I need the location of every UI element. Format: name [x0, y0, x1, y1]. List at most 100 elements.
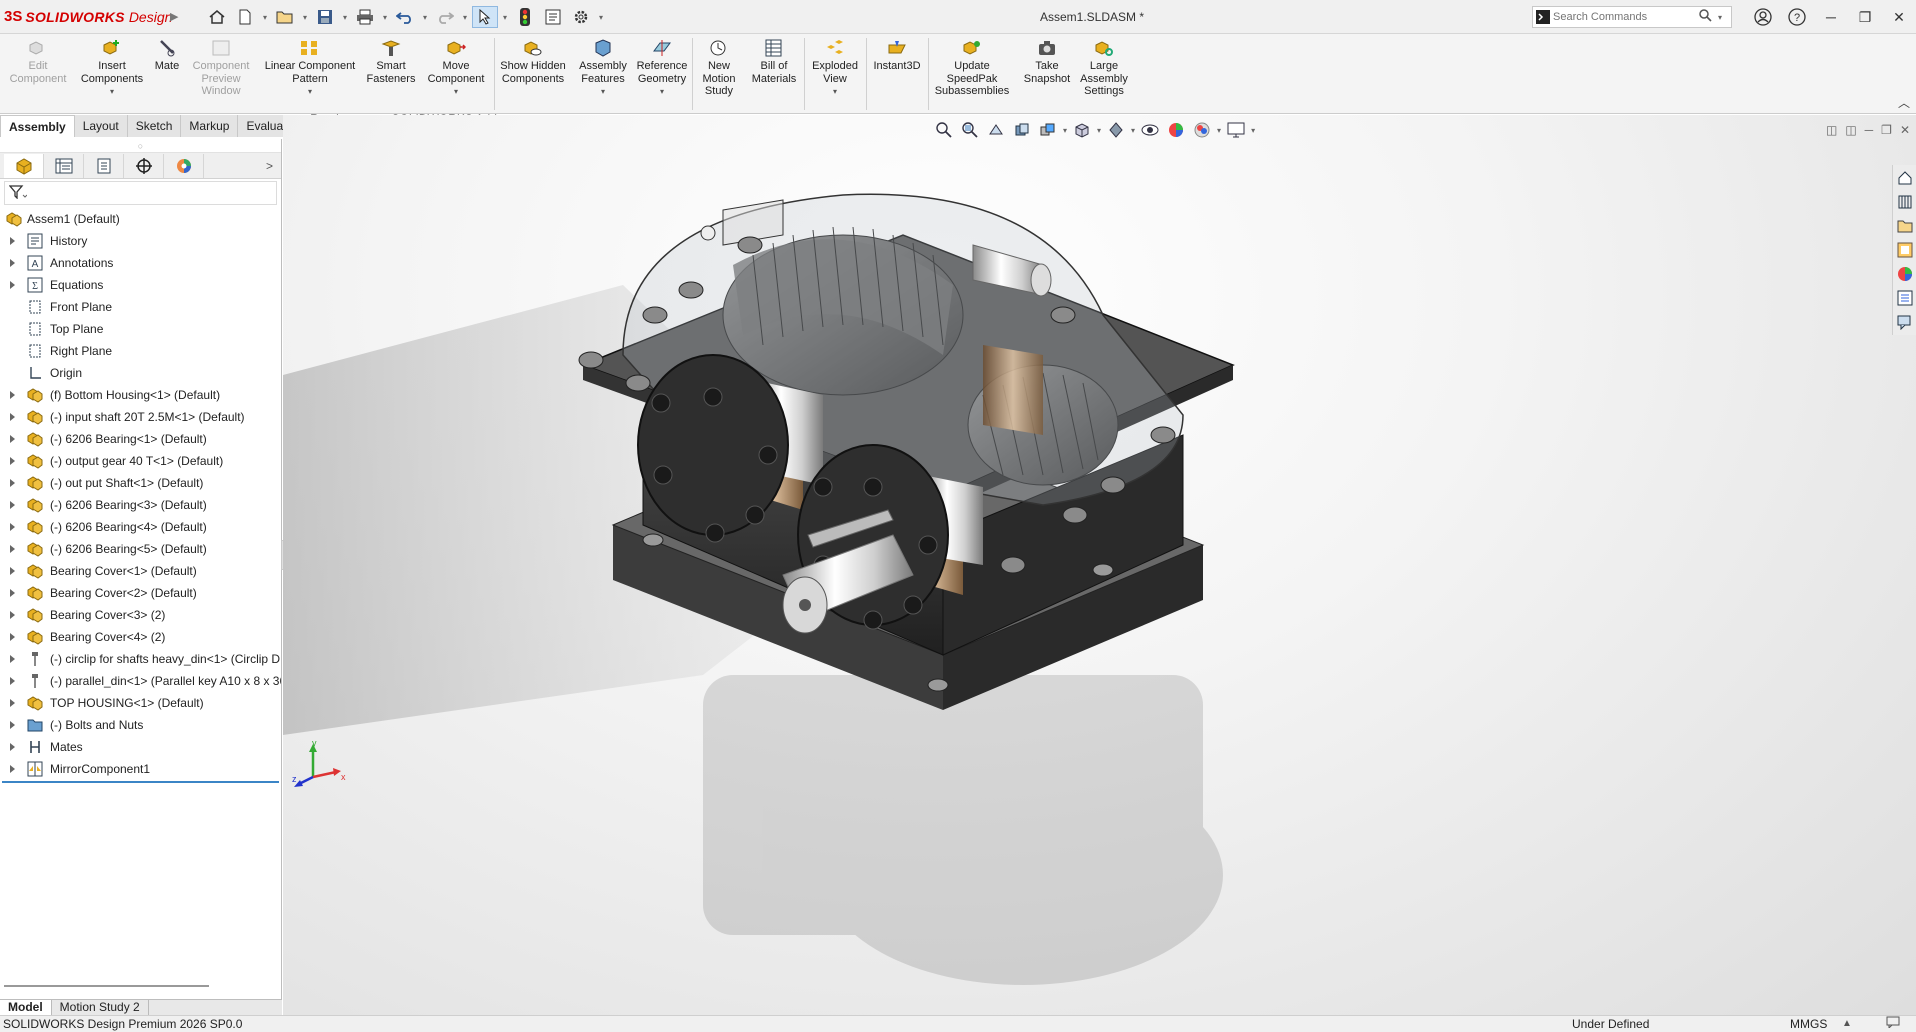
panel-horizontal-scrollbar[interactable] [4, 985, 209, 987]
filter-funnel-icon[interactable] [8, 184, 28, 202]
tree-item[interactable]: (-) circlip for shafts heavy_din<1> (Cir… [0, 648, 281, 670]
undo-dropdown-icon[interactable]: ▾ [420, 13, 430, 22]
bottom-tab-model[interactable]: Model [0, 1000, 52, 1015]
search-dropdown-icon[interactable]: ▾ [1718, 13, 1722, 22]
view-settings-dropdown-icon[interactable]: ▾ [1251, 126, 1255, 135]
tree-item[interactable]: Right Plane [0, 340, 281, 362]
design-library-icon[interactable] [1895, 192, 1915, 212]
component-preview-window-button[interactable]: Component Preview Window [186, 38, 256, 98]
expand-arrow-icon[interactable] [10, 633, 15, 641]
tree-item[interactable]: TOP HOUSING<1> (Default) [0, 692, 281, 714]
file-properties-icon[interactable] [540, 6, 566, 28]
expand-arrow-icon[interactable] [10, 567, 15, 575]
expand-arrow-icon[interactable] [10, 721, 15, 729]
viewport-restore-icon[interactable]: ❐ [1881, 123, 1892, 137]
expand-arrow-icon[interactable] [10, 677, 15, 685]
instant3d-button[interactable]: Instant3D [868, 38, 926, 73]
expand-arrow-icon[interactable] [10, 545, 15, 553]
tree-item[interactable]: Mates [0, 736, 281, 758]
tree-item[interactable]: Bearing Cover<3> (2) [0, 604, 281, 626]
tree-item[interactable]: (-) output gear 40 T<1> (Default) [0, 450, 281, 472]
insert-components-button[interactable]: Insert Components ▾ [76, 38, 148, 99]
tree-item[interactable]: (-) Bolts and Nuts [0, 714, 281, 736]
expand-arrow-icon[interactable] [10, 501, 15, 509]
minimize-icon[interactable]: ─ [1814, 6, 1848, 28]
view-palette-icon[interactable] [1895, 240, 1915, 260]
expand-arrow-icon[interactable] [10, 655, 15, 663]
rebuild-traffic-light-icon[interactable] [512, 6, 538, 28]
viewport-close-icon[interactable]: ✕ [1900, 123, 1910, 137]
units-up-arrow-icon[interactable]: ▲ [1842, 1016, 1852, 1032]
section-view-icon[interactable] [1011, 120, 1033, 140]
configurationmanager-tab-icon[interactable] [84, 153, 124, 178]
propertymanager-tab-icon[interactable] [44, 153, 84, 178]
expand-arrow-icon[interactable] [10, 281, 15, 289]
tree-item[interactable]: Bearing Cover<4> (2) [0, 626, 281, 648]
expand-arrow-icon[interactable] [10, 523, 15, 531]
tree-item[interactable]: (-) out put Shaft<1> (Default) [0, 472, 281, 494]
linear-component-pattern-dropdown-icon[interactable]: ▾ [308, 86, 312, 99]
exploded-view-button[interactable]: Exploded View ▾ [804, 38, 866, 99]
custom-properties-icon[interactable] [1895, 288, 1915, 308]
exploded-view-dropdown-icon[interactable]: ▾ [833, 86, 837, 99]
tree-item[interactable]: (-) input shaft 20T 2.5M<1> (Default) [0, 406, 281, 428]
tree-root-assembly[interactable]: Assem1 (Default) [0, 208, 281, 230]
expand-arrow-icon[interactable] [10, 435, 15, 443]
tree-item[interactable]: Front Plane [0, 296, 281, 318]
view-settings-icon[interactable] [1225, 120, 1247, 140]
previous-view-icon[interactable] [985, 120, 1007, 140]
tree-item[interactable]: History [0, 230, 281, 252]
new-dropdown-icon[interactable]: ▾ [260, 13, 270, 22]
zoom-to-area-icon[interactable] [959, 120, 981, 140]
viewport-minimize-icon[interactable]: ─ [1865, 123, 1874, 137]
redo-dropdown-icon[interactable]: ▾ [460, 13, 470, 22]
tree-item[interactable]: Bearing Cover<1> (Default) [0, 560, 281, 582]
close-icon[interactable]: ✕ [1882, 6, 1916, 28]
move-component-dropdown-icon[interactable]: ▾ [454, 86, 458, 99]
panel-grip-icon[interactable]: ○ [0, 139, 281, 153]
options-dropdown-icon[interactable]: ▾ [596, 13, 606, 22]
tree-item[interactable]: A Annotations [0, 252, 281, 274]
bill-of-materials-button[interactable]: Bill of Materials [748, 38, 800, 85]
hide-show-items-icon[interactable] [1139, 120, 1161, 140]
smart-fasteners-button[interactable]: Smart Fasteners [364, 38, 418, 85]
expand-arrow-icon[interactable] [10, 413, 15, 421]
viewport-tile-right-icon[interactable]: ◫ [1845, 123, 1856, 137]
expand-arrow-icon[interactable] [10, 699, 15, 707]
viewport-tile-left-icon[interactable]: ◫ [1826, 123, 1837, 137]
edit-component-button[interactable]: Edit Component [4, 38, 72, 85]
open-dropdown-icon[interactable]: ▾ [300, 13, 310, 22]
expand-arrow-icon[interactable] [10, 457, 15, 465]
tab-layout[interactable]: Layout [74, 115, 128, 137]
solidworks-logo[interactable]: 3S SOLIDWORKS Design [4, 8, 172, 25]
help-icon[interactable]: ? [1780, 6, 1814, 28]
solidworks-resources-icon[interactable] [1895, 168, 1915, 188]
tree-item[interactable]: Top Plane [0, 318, 281, 340]
restore-icon[interactable]: ❐ [1848, 6, 1882, 28]
view-dropdown-icon[interactable]: ▾ [1063, 126, 1067, 135]
edit-appearance-icon[interactable] [1165, 120, 1187, 140]
tab-markup[interactable]: Markup [181, 115, 239, 137]
tree-item[interactable]: Σ Equations [0, 274, 281, 296]
expand-arrow-icon[interactable] [10, 765, 15, 773]
tab-sketch[interactable]: Sketch [127, 115, 182, 137]
tree-filter[interactable] [4, 181, 277, 205]
save-dropdown-icon[interactable]: ▾ [340, 13, 350, 22]
displaymanager-tab-icon[interactable] [164, 153, 204, 178]
display-style-dropdown-icon[interactable]: ▾ [1131, 126, 1135, 135]
expand-arrow-icon[interactable] [10, 391, 15, 399]
insert-components-dropdown-icon[interactable]: ▾ [110, 86, 114, 99]
mate-button[interactable]: Mate [152, 38, 182, 73]
print-dropdown-icon[interactable]: ▾ [380, 13, 390, 22]
expand-arrow-icon[interactable] [10, 589, 15, 597]
menu-expand-arrow-icon[interactable]: ▶ [170, 10, 178, 23]
zoom-to-fit-icon[interactable] [933, 120, 955, 140]
take-snapshot-button[interactable]: Take Snapshot [1018, 38, 1076, 85]
user-account-icon[interactable] [1746, 6, 1780, 28]
collapse-ribbon-icon[interactable]: ︿ [1898, 94, 1910, 111]
expand-arrow-icon[interactable] [10, 237, 15, 245]
select-dropdown-icon[interactable]: ▾ [500, 13, 510, 22]
move-component-button[interactable]: Move Component ▾ [420, 38, 492, 99]
unit-system[interactable]: MMGS [1790, 1016, 1827, 1032]
tree-item[interactable]: (-) 6206 Bearing<4> (Default) [0, 516, 281, 538]
